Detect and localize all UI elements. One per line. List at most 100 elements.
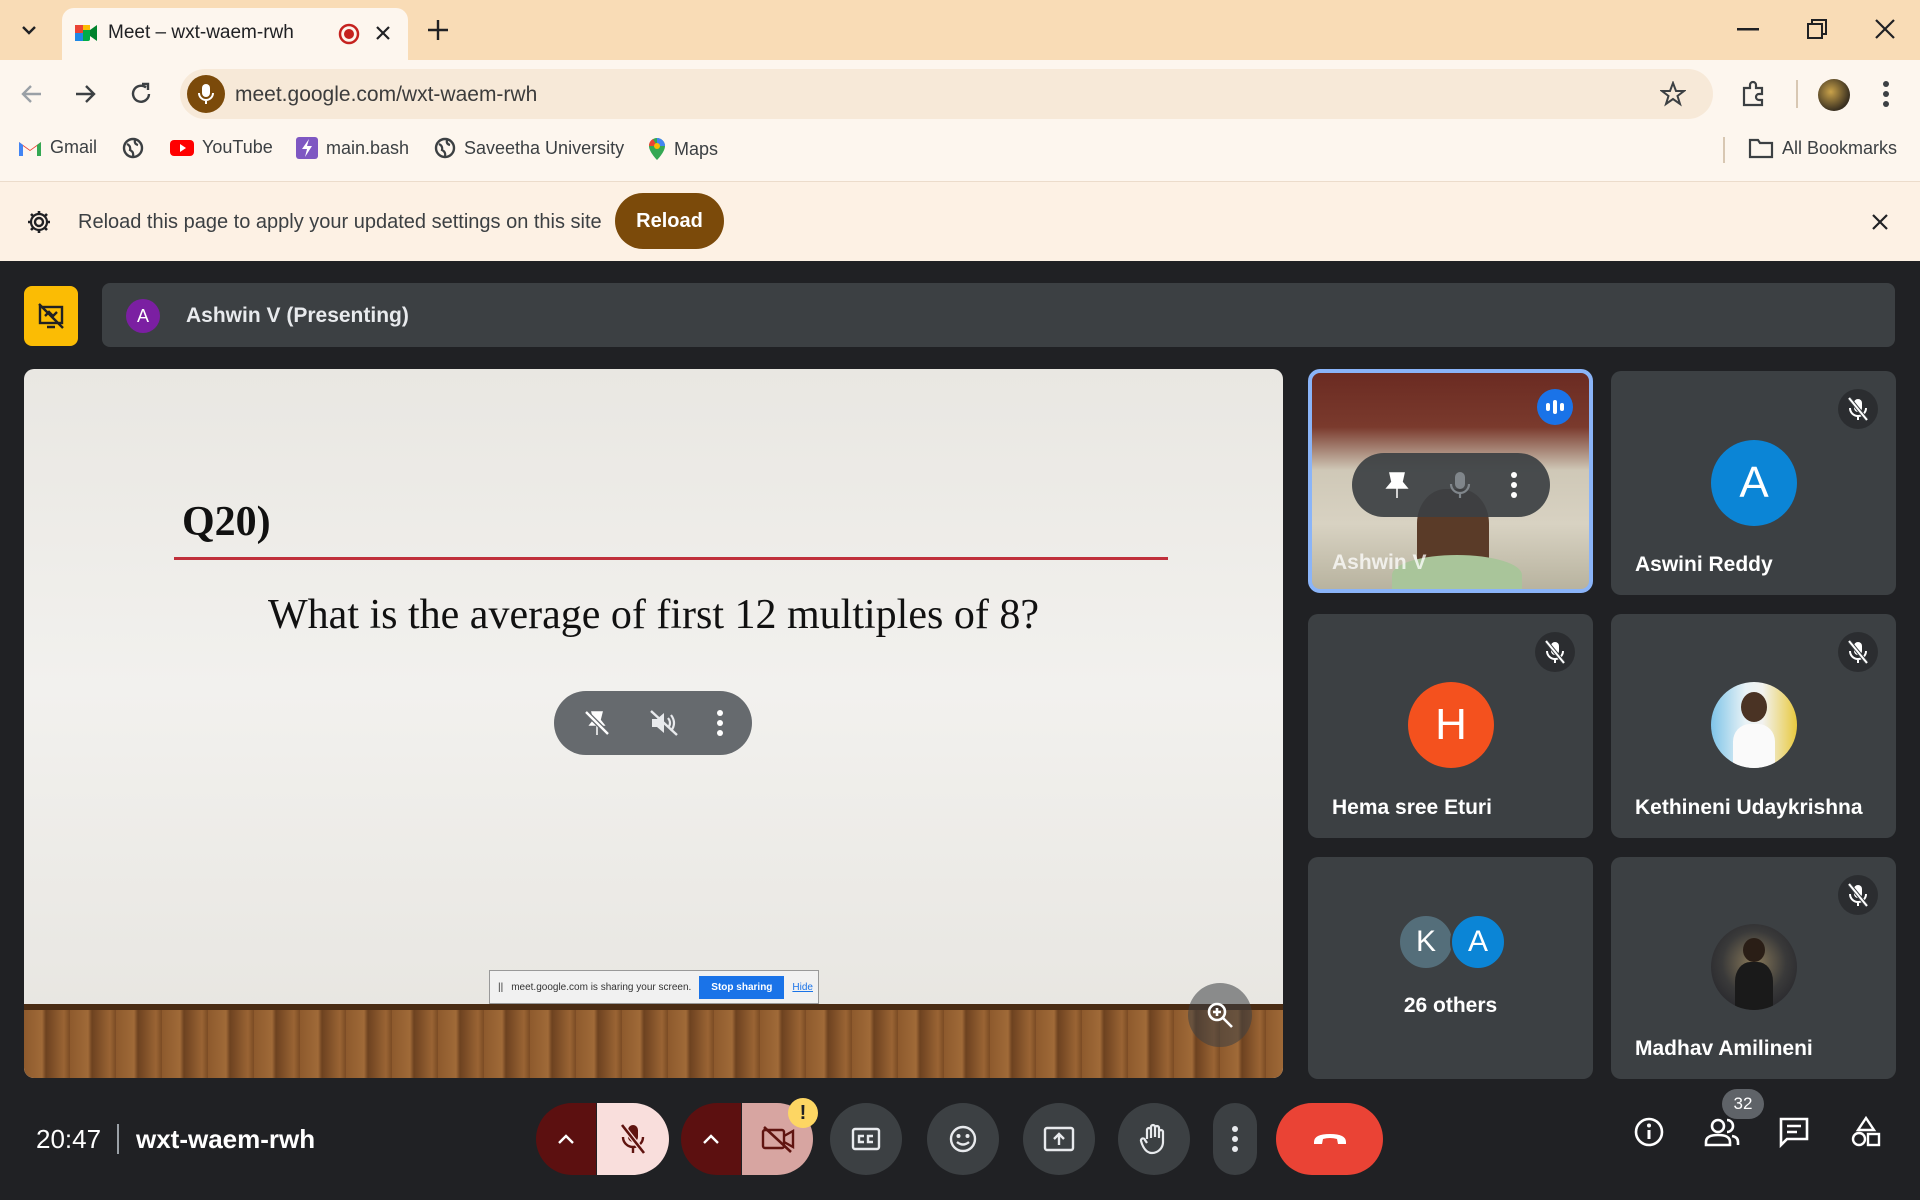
- extensions-icon[interactable]: [1740, 80, 1768, 108]
- hide-notice-link[interactable]: Hide: [792, 982, 813, 993]
- participant-name: Aswini Reddy: [1635, 553, 1773, 576]
- camera-warning-icon: !: [788, 1098, 818, 1128]
- clock-separator: [117, 1124, 119, 1154]
- zoom-button[interactable]: [1188, 983, 1252, 1047]
- mic-off-icon: [1838, 389, 1878, 429]
- participant-avatar: H: [1408, 682, 1494, 768]
- participant-photo-avatar: [1711, 682, 1797, 768]
- bookmark-main-bash[interactable]: main.bash: [296, 137, 409, 159]
- stop-sharing-button[interactable]: Stop sharing: [699, 975, 785, 999]
- participant-name: Kethineni Udaykrishna: [1635, 796, 1863, 819]
- more-options-button[interactable]: [1213, 1103, 1257, 1175]
- meeting-clock: 20:47: [36, 1124, 102, 1154]
- camera-off-icon: [761, 1125, 795, 1153]
- people-icon: [1704, 1117, 1740, 1147]
- drag-handle-icon[interactable]: ||: [498, 982, 503, 993]
- closed-captions-icon: [851, 1127, 881, 1151]
- reactions-button[interactable]: [927, 1103, 999, 1175]
- others-avatar-a: A: [1450, 914, 1506, 970]
- audio-settings-button[interactable]: [536, 1103, 596, 1175]
- minimize-icon[interactable]: [1737, 28, 1759, 32]
- globe-icon: [434, 137, 456, 159]
- bookmark-saveetha[interactable]: Saveetha University: [434, 137, 624, 159]
- profile-avatar[interactable]: [1818, 79, 1850, 111]
- unpin-icon[interactable]: [582, 708, 612, 738]
- mic-off-icon: [1838, 875, 1878, 915]
- hang-up-icon: [1311, 1130, 1349, 1148]
- restore-icon[interactable]: [1806, 18, 1828, 40]
- forward-icon[interactable]: [73, 82, 97, 106]
- browser-menu-icon[interactable]: [1882, 80, 1890, 108]
- bookmark-maps[interactable]: Maps: [648, 137, 718, 161]
- pin-icon[interactable]: [1384, 470, 1410, 500]
- participant-tile-madhav[interactable]: Madhav Amilineni: [1611, 857, 1896, 1079]
- recording-indicator-icon: [338, 23, 360, 45]
- presentation-off-icon: [36, 301, 66, 331]
- tab-title: Meet – wxt-waem-rwh: [108, 22, 294, 43]
- screen-share-notice: || meet.google.com is sharing your scree…: [489, 970, 819, 1004]
- tile-more-options-icon[interactable]: [1510, 471, 1518, 499]
- more-vert-icon: [1231, 1125, 1239, 1153]
- participant-tile-others[interactable]: K A 26 others: [1308, 857, 1593, 1079]
- presentation-layout-button[interactable]: [24, 286, 78, 346]
- participant-tile-hema[interactable]: H Hema sree Eturi: [1308, 614, 1593, 838]
- activities-shapes-icon: [1850, 1116, 1882, 1148]
- infobar-message: Reload this page to apply your updated s…: [78, 211, 602, 233]
- bookmark-globe[interactable]: [122, 137, 144, 159]
- participant-name: Madhav Amilineni: [1635, 1037, 1813, 1060]
- participant-tile-ashwin[interactable]: Ashwin V: [1308, 369, 1593, 593]
- people-button[interactable]: [1700, 1110, 1744, 1154]
- close-tab-icon[interactable]: [374, 24, 392, 42]
- captions-button[interactable]: [830, 1103, 902, 1175]
- bookmark-star-icon[interactable]: [1660, 81, 1686, 107]
- toolbar-separator: [1796, 80, 1798, 108]
- others-count-label: 26 others: [1403, 994, 1498, 1017]
- video-settings-button[interactable]: [681, 1103, 741, 1175]
- mic-off-icon: [620, 1123, 646, 1155]
- microphone-in-use-icon[interactable]: [187, 75, 225, 113]
- slide-question: What is the average of first 12 multiple…: [268, 592, 1039, 638]
- info-icon: [1633, 1116, 1665, 1148]
- close-window-icon[interactable]: [1874, 18, 1896, 40]
- raise-hand-icon: [1139, 1123, 1169, 1155]
- reload-icon[interactable]: [128, 81, 154, 107]
- reload-button[interactable]: Reload: [615, 193, 724, 249]
- gmail-icon: [18, 139, 42, 157]
- activities-button[interactable]: [1844, 1110, 1888, 1154]
- volume-off-icon[interactable]: [648, 708, 680, 738]
- microphone-toggle-button[interactable]: [597, 1103, 669, 1175]
- meet-favicon-icon: [74, 22, 98, 44]
- new-tab-icon[interactable]: [425, 17, 451, 43]
- maps-icon: [648, 137, 666, 161]
- all-bookmarks[interactable]: All Bookmarks: [1748, 137, 1897, 159]
- tile-hover-controls: [1352, 453, 1550, 517]
- present-now-button[interactable]: [1023, 1103, 1095, 1175]
- presenting-banner: A Ashwin V (Presenting): [102, 283, 1895, 347]
- tab-search-dropdown-icon[interactable]: [12, 13, 46, 47]
- address-bar[interactable]: meet.google.com/wxt-waem-rwh: [180, 69, 1713, 119]
- chat-icon: [1778, 1116, 1810, 1148]
- close-infobar-icon[interactable]: [1870, 212, 1890, 232]
- chevron-up-icon: [557, 1133, 575, 1145]
- bookmark-gmail[interactable]: Gmail: [18, 137, 97, 158]
- more-options-icon[interactable]: [716, 709, 724, 737]
- share-notice-text: meet.google.com is sharing your screen.: [511, 981, 692, 993]
- folder-icon: [1748, 137, 1774, 159]
- globe-icon: [122, 137, 144, 159]
- participant-tile-aswini[interactable]: A Aswini Reddy: [1611, 371, 1896, 595]
- participant-photo-avatar: [1711, 924, 1797, 1010]
- slide-floor-background: [24, 1004, 1283, 1078]
- browser-tab[interactable]: Meet – wxt-waem-rwh: [62, 8, 408, 60]
- participant-tile-kethineni[interactable]: Kethineni Udaykrishna: [1611, 614, 1896, 838]
- chat-button[interactable]: [1772, 1110, 1816, 1154]
- leave-call-button[interactable]: [1276, 1103, 1383, 1175]
- mute-participant-icon[interactable]: [1449, 470, 1471, 500]
- others-avatar-k: K: [1398, 914, 1454, 970]
- bookmark-youtube[interactable]: YouTube: [170, 137, 273, 158]
- raise-hand-button[interactable]: [1118, 1103, 1190, 1175]
- back-icon[interactable]: [20, 82, 44, 106]
- presenter-avatar: A: [126, 299, 160, 333]
- presenter-label: Ashwin V (Presenting): [186, 304, 409, 327]
- chevron-up-icon: [702, 1133, 720, 1145]
- meeting-details-button[interactable]: [1627, 1110, 1671, 1154]
